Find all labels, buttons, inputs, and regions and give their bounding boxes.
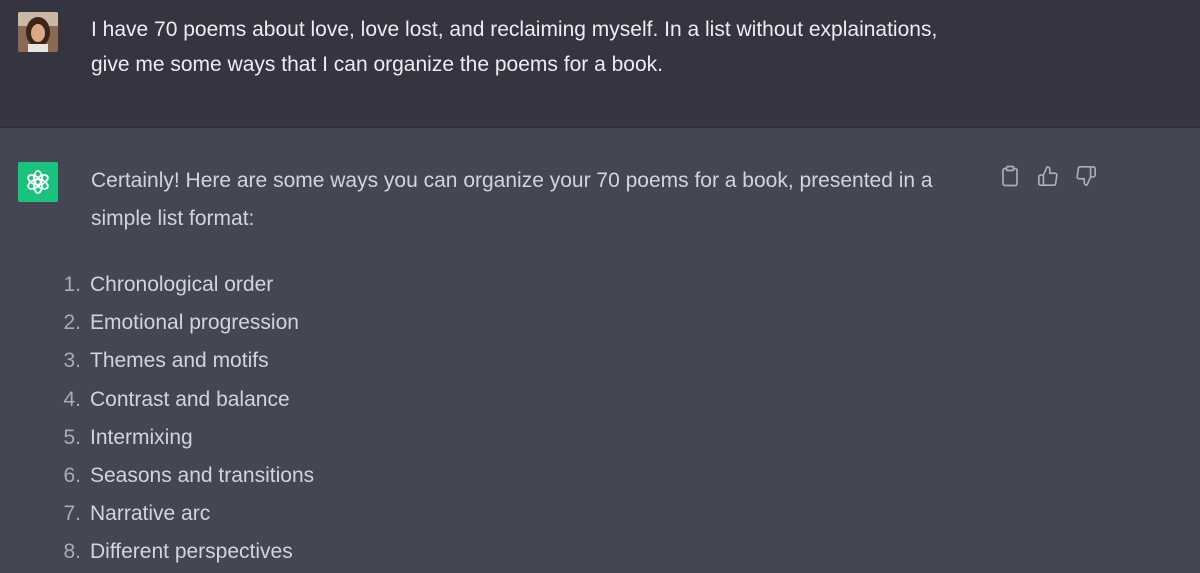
list-item-number: 8. xyxy=(63,540,81,564)
list-item-number: 5. xyxy=(63,425,81,449)
assistant-intro-line-1: Certainly! Here are some ways you can or… xyxy=(91,169,933,192)
chatgpt-logo-icon xyxy=(18,162,58,202)
list-item-number: 1. xyxy=(63,273,81,297)
assistant-message-row: Certainly! Here are some ways you can or… xyxy=(0,128,1200,573)
organization-list: 1. Chronological order 2. Emotional prog… xyxy=(0,266,314,572)
assistant-intro-line-2: simple list format: xyxy=(91,207,255,230)
list-item: 5. Intermixing xyxy=(0,419,314,457)
list-item-number: 2. xyxy=(63,311,81,335)
list-item-text: Chronological order xyxy=(90,273,274,297)
user-avatar xyxy=(18,12,58,52)
list-item: 7. Narrative arc xyxy=(0,495,314,533)
user-message-line-2: give me some ways that I can organize th… xyxy=(91,53,663,76)
list-item-number: 3. xyxy=(63,349,81,373)
copy-button[interactable] xyxy=(998,164,1022,188)
thumbs-up-icon xyxy=(1038,166,1058,186)
thumbs-down-icon xyxy=(1076,166,1096,186)
list-item-number: 7. xyxy=(63,502,81,526)
list-item-text: Intermixing xyxy=(90,425,193,449)
clipboard-icon xyxy=(1002,165,1018,187)
user-message-line-1: I have 70 poems about love, love lost, a… xyxy=(91,18,938,41)
list-item: 6. Seasons and transitions xyxy=(0,457,314,495)
list-item-text: Seasons and transitions xyxy=(90,464,315,488)
list-item-number: 6. xyxy=(63,464,81,488)
list-item-text: Different perspectives xyxy=(90,540,293,564)
list-item: 4. Contrast and balance xyxy=(0,381,314,419)
list-item-text: Themes and motifs xyxy=(90,349,269,373)
user-message-row: I have 70 poems about love, love lost, a… xyxy=(0,0,1200,128)
list-item: 2. Emotional progression xyxy=(0,304,314,342)
like-button[interactable] xyxy=(1036,164,1060,188)
list-item-text: Contrast and balance xyxy=(90,387,290,411)
user-message-text: I have 70 poems about love, love lost, a… xyxy=(91,12,991,82)
list-item: 1. Chronological order xyxy=(0,266,314,304)
list-item-text: Emotional progression xyxy=(90,311,299,335)
list-item-number: 4. xyxy=(63,387,81,411)
message-actions xyxy=(998,164,1098,188)
dislike-button[interactable] xyxy=(1074,164,1098,188)
list-item-text: Narrative arc xyxy=(90,502,211,526)
assistant-intro-text: Certainly! Here are some ways you can or… xyxy=(91,162,971,238)
list-item: 3. Themes and motifs xyxy=(0,342,314,380)
list-item: 8. Different perspectives xyxy=(0,533,314,571)
